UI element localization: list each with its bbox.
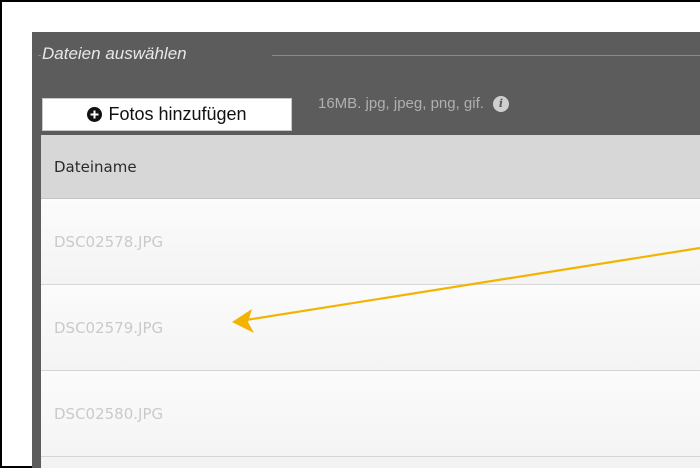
allowed-files-hint: 16MB. jpg, jpeg, png, gif. i [318, 95, 509, 112]
column-header-label: Dateiname [54, 157, 137, 176]
allowed-files-text: 16MB. jpg, jpeg, png, gif. [318, 95, 484, 112]
table-row[interactable]: DSC02578.JPG [41, 199, 700, 285]
plus-circle-icon [87, 107, 103, 122]
fieldset-border [38, 55, 41, 56]
table-row[interactable]: DSC02580.JPG [41, 371, 700, 457]
filename-cell: DSC02578.JPG [54, 232, 164, 251]
column-header-filename[interactable]: Dateiname [41, 135, 700, 199]
file-table: Dateiname DSC02578.JPG DSC02579.JPG DSC0… [41, 135, 700, 468]
screenshot-frame: Dateien auswählen Fotos hinzufügen 16MB.… [0, 0, 700, 468]
add-photos-label: Fotos hinzufügen [108, 104, 247, 124]
add-photos-button[interactable]: Fotos hinzufügen [42, 98, 292, 131]
fieldset-legend: Dateien auswählen [42, 44, 187, 63]
filename-cell: DSC02579.JPG [54, 318, 164, 337]
info-icon[interactable]: i [492, 95, 509, 112]
file-upload-panel: Dateien auswählen Fotos hinzufügen 16MB.… [32, 32, 700, 468]
fieldset-border [272, 55, 700, 56]
filename-cell: DSC02580.JPG [54, 404, 164, 423]
table-row[interactable]: DSC02579.JPG [41, 285, 700, 371]
